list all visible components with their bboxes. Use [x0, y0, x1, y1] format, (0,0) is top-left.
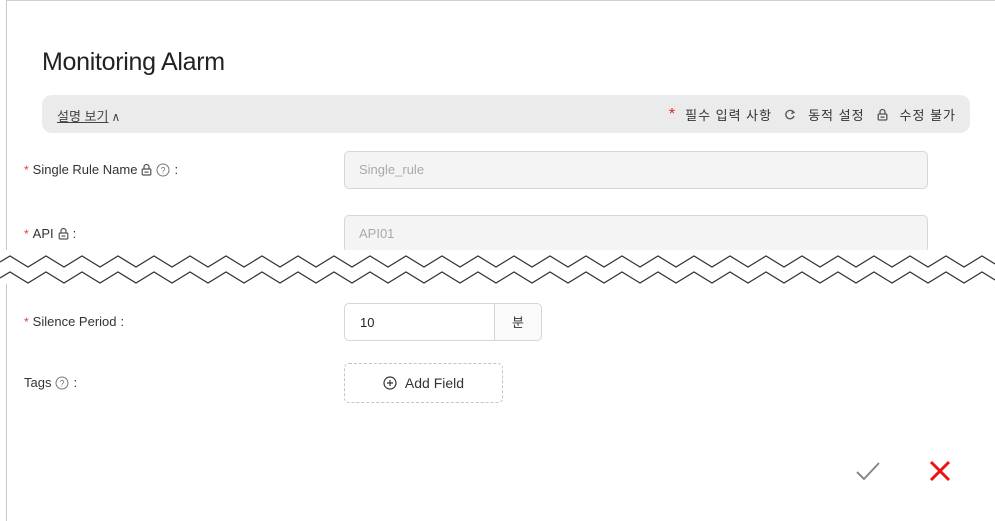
rule-name-label: * Single Rule Name ? :	[24, 162, 178, 177]
tags-label-text: Tags	[24, 375, 52, 390]
required-legend-text: 필수 입력 사항	[685, 108, 773, 123]
svg-text:?: ?	[60, 378, 65, 388]
label-colon: :	[174, 162, 179, 177]
required-mark: *	[668, 105, 676, 123]
dynamic-legend-text: 동적 설정	[808, 108, 865, 123]
show-description-toggle[interactable]: 설명 보기 ∧	[57, 106, 120, 125]
label-colon: :	[73, 375, 78, 390]
silence-period-input[interactable]: 10	[344, 303, 494, 341]
rule-name-input[interactable]: Single_rule	[344, 151, 928, 189]
chevron-up-icon: ∧	[111, 110, 121, 124]
plus-circle-icon	[383, 376, 397, 390]
silence-period-unit: 분	[494, 303, 542, 341]
check-icon	[856, 462, 880, 481]
locked-legend-text: 수정 불가	[899, 108, 956, 123]
api-label: * API :	[24, 226, 76, 241]
tags-label: Tags ? :	[24, 375, 77, 390]
dialog-top-border	[6, 0, 995, 1]
add-field-button[interactable]: Add Field	[344, 363, 503, 403]
silence-period-group: 10 분	[344, 303, 542, 341]
label-colon: :	[72, 226, 77, 241]
content-break-wave	[0, 250, 995, 284]
lock-icon	[58, 227, 69, 240]
field-legend: * 필수 입력 사항 동적 설정 수정 불가	[669, 105, 956, 124]
api-label-text: API	[32, 226, 54, 241]
silence-period-label: * Silence Period :	[24, 314, 124, 329]
required-star: *	[24, 226, 29, 241]
label-colon: :	[120, 314, 125, 329]
refresh-icon	[784, 109, 796, 121]
help-icon[interactable]: ?	[156, 163, 170, 177]
rule-name-label-text: Single Rule Name	[32, 162, 138, 177]
cancel-button[interactable]	[925, 456, 955, 486]
dialog-title: Monitoring Alarm	[42, 48, 225, 76]
silence-period-label-text: Silence Period	[32, 314, 117, 329]
required-star: *	[24, 314, 29, 329]
svg-text:?: ?	[161, 165, 166, 175]
show-description-label: 설명 보기	[57, 109, 109, 124]
lock-icon	[877, 108, 888, 121]
help-icon[interactable]: ?	[55, 376, 69, 390]
add-field-label: Add Field	[404, 375, 465, 391]
required-star: *	[24, 162, 29, 177]
confirm-button[interactable]	[853, 456, 883, 486]
lock-icon	[142, 163, 152, 176]
close-icon	[929, 460, 951, 482]
info-bar: 설명 보기 ∧ * 필수 입력 사항 동적 설정 수정 불가	[42, 95, 970, 133]
